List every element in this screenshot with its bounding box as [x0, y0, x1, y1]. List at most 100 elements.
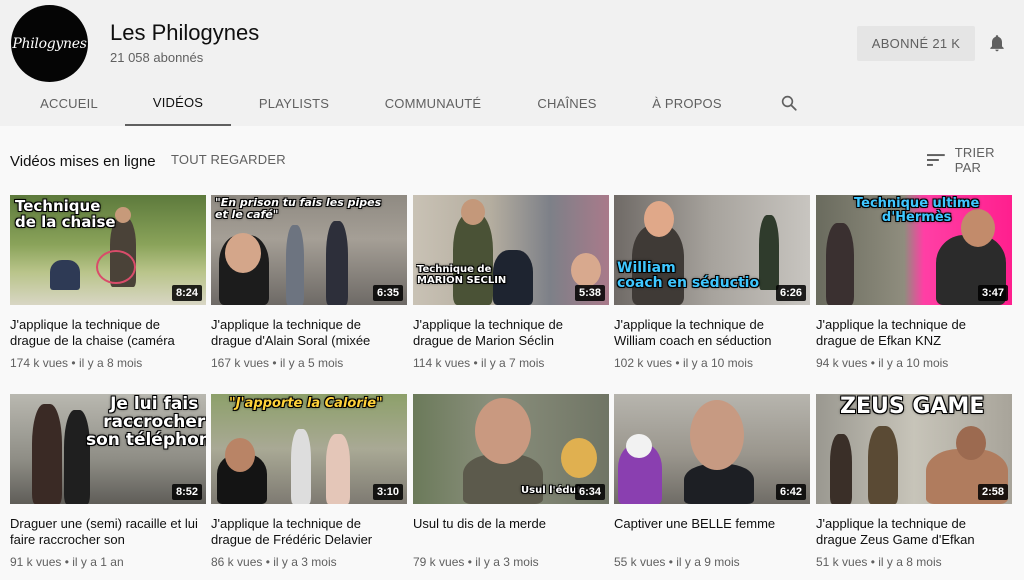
video-duration: 8:24 [171, 285, 202, 301]
video-meta: 55 k vues • il y a 9 mois [614, 555, 810, 569]
thumbnail-caption: Technique ultime d'Hermès [854, 196, 980, 225]
thumbnail-caption: Je lui fais raccrocher son téléphone [86, 394, 206, 450]
tab-playlists[interactable]: PLAYLISTS [248, 80, 340, 126]
play-all-button[interactable]: TOUT REGARDER [171, 152, 286, 167]
channel-header: Philogynes Les Philogynes 21 058 abonnés… [0, 0, 1024, 126]
tab-communaute[interactable]: COMMUNAUTÉ [372, 80, 494, 126]
channel-avatar[interactable]: Philogynes [11, 5, 88, 82]
video-duration: 8:52 [171, 484, 202, 500]
meta-separator: • [64, 555, 69, 569]
video-age: il y a 10 mois [682, 356, 753, 370]
video-views: 55 k vues [614, 555, 666, 569]
meta-separator: • [467, 555, 472, 569]
video-card[interactable]: Technique de MARION SECLIN 5:38 J'appliq… [413, 195, 609, 370]
video-thumbnail[interactable]: "En prison tu fais les pipes et le café"… [211, 195, 407, 305]
meta-separator: • [71, 356, 76, 370]
meta-separator: • [668, 555, 673, 569]
video-card[interactable]: 6:42 Captiver une BELLE femme 55 k vues … [614, 394, 810, 569]
video-title[interactable]: Usul tu dis de la merde [413, 516, 605, 548]
video-duration: 5:38 [574, 285, 605, 301]
video-title[interactable]: J'applique la technique de William coach… [614, 317, 806, 349]
video-views: 167 k vues [211, 356, 270, 370]
video-card[interactable]: William coach en séductio 6:26 J'appliqu… [614, 195, 810, 370]
subscribed-button[interactable]: ABONNÉ 21 K [857, 26, 975, 61]
video-meta: 94 k vues • il y a 10 mois [816, 356, 1012, 370]
meta-separator: • [272, 356, 277, 370]
video-card[interactable]: Technique ultime d'Hermès 3:47 J'appliqu… [816, 195, 1012, 370]
video-title[interactable]: J'applique la technique de drague Zeus G… [816, 516, 1008, 548]
tab-a-propos[interactable]: À PROPOS [641, 80, 733, 126]
video-title[interactable]: J'applique la technique de drague d'Alai… [211, 317, 403, 349]
video-title[interactable]: Captiver une BELLE femme [614, 516, 806, 548]
video-thumbnail[interactable]: Technique de MARION SECLIN 5:38 [413, 195, 609, 305]
video-duration: 2:58 [977, 484, 1008, 500]
video-views: 102 k vues [614, 356, 673, 370]
video-card[interactable]: Je lui fais raccrocher son téléphone 8:5… [10, 394, 206, 569]
channel-name: Les Philogynes [110, 20, 260, 45]
meta-separator: • [473, 356, 478, 370]
video-age: il y a 7 mois [481, 356, 545, 370]
video-meta: 86 k vues • il y a 3 mois [211, 555, 407, 569]
video-thumbnail[interactable]: William coach en séductio 6:26 [614, 195, 810, 305]
thumbnail-caption: Technique de la chaise [15, 197, 116, 231]
video-thumbnail[interactable]: Je lui fais raccrocher son téléphone 8:5… [10, 394, 206, 504]
video-title[interactable]: Draguer une (semi) racaille et lui faire… [10, 516, 202, 548]
video-age: il y a 3 mois [273, 555, 337, 569]
video-card[interactable]: ZEUS GAME 2:58 J'applique la technique d… [816, 394, 1012, 569]
video-card[interactable]: "J'apporte la Calorie" 3:10 J'applique l… [211, 394, 407, 569]
thumbnail-caption: William coach en séductio [617, 260, 760, 291]
video-meta: 79 k vues • il y a 3 mois [413, 555, 609, 569]
video-thumbnail[interactable]: Usul l'édut 6:34 [413, 394, 609, 504]
subscriber-count: 21 058 abonnés [110, 50, 204, 65]
video-meta: 167 k vues • il y a 5 mois [211, 356, 407, 370]
video-title[interactable]: J'applique la technique de drague de Mar… [413, 317, 605, 349]
video-title[interactable]: J'applique la technique de drague de la … [10, 317, 202, 349]
video-age: il y a 1 an [72, 555, 124, 569]
video-duration: 6:34 [574, 484, 605, 500]
video-meta: 114 k vues • il y a 7 mois [413, 356, 609, 370]
video-thumbnail[interactable]: "J'apporte la Calorie" 3:10 [211, 394, 407, 504]
video-card[interactable]: "En prison tu fais les pipes et le café"… [211, 195, 407, 370]
sort-button[interactable]: TRIER PAR [927, 145, 1024, 175]
video-thumbnail[interactable]: 6:42 [614, 394, 810, 504]
video-age: il y a 8 mois [878, 555, 942, 569]
tab-videos[interactable]: VIDÉOS [125, 80, 231, 126]
video-views: 114 k vues [413, 356, 471, 370]
video-duration: 6:26 [775, 285, 806, 301]
meta-separator: • [870, 356, 875, 370]
video-card[interactable]: Usul l'édut 6:34 Usul tu dis de la merde… [413, 394, 609, 569]
video-views: 51 k vues [816, 555, 868, 569]
video-meta: 51 k vues • il y a 8 mois [816, 555, 1012, 569]
video-thumbnail[interactable]: Technique de la chaise 8:24 [10, 195, 206, 305]
bell-icon[interactable] [987, 33, 1007, 53]
video-duration: 6:42 [775, 484, 806, 500]
video-title[interactable]: J'applique la technique de drague de Fré… [211, 516, 403, 548]
search-icon[interactable] [780, 94, 798, 112]
video-title[interactable]: J'applique la technique de drague de Efk… [816, 317, 1008, 349]
thumbnail-caption: Usul l'édut [521, 485, 582, 496]
video-thumbnail[interactable]: ZEUS GAME 2:58 [816, 394, 1012, 504]
video-duration: 3:47 [977, 285, 1008, 301]
video-thumbnail[interactable]: Technique ultime d'Hermès 3:47 [816, 195, 1012, 305]
tab-chaines[interactable]: CHAÎNES [527, 80, 607, 126]
video-card[interactable]: Technique de la chaise 8:24 J'applique l… [10, 195, 206, 370]
thumbnail-caption: "J'apporte la Calorie" [229, 396, 383, 411]
thumbnail-caption: ZEUS GAME [840, 394, 985, 419]
video-age: il y a 3 mois [475, 555, 539, 569]
avatar-logo-text: Philogynes [12, 35, 87, 52]
section-title: Vidéos mises en ligne [10, 153, 156, 170]
video-duration: 3:10 [372, 484, 403, 500]
video-views: 91 k vues [10, 555, 62, 569]
meta-separator: • [265, 555, 270, 569]
video-views: 94 k vues [816, 356, 868, 370]
channel-tabs: ACCUEIL VIDÉOS PLAYLISTS COMMUNAUTÉ CHAÎ… [0, 80, 1024, 126]
video-duration: 6:35 [372, 285, 403, 301]
video-meta: 174 k vues • il y a 8 mois [10, 356, 206, 370]
meta-separator: • [675, 356, 680, 370]
thumbnail-caption: "En prison tu fais les pipes et le café" [215, 196, 382, 221]
video-views: 86 k vues [211, 555, 263, 569]
video-age: il y a 9 mois [676, 555, 740, 569]
video-age: il y a 8 mois [78, 356, 143, 370]
video-views: 79 k vues [413, 555, 465, 569]
tab-accueil[interactable]: ACCUEIL [30, 80, 108, 126]
